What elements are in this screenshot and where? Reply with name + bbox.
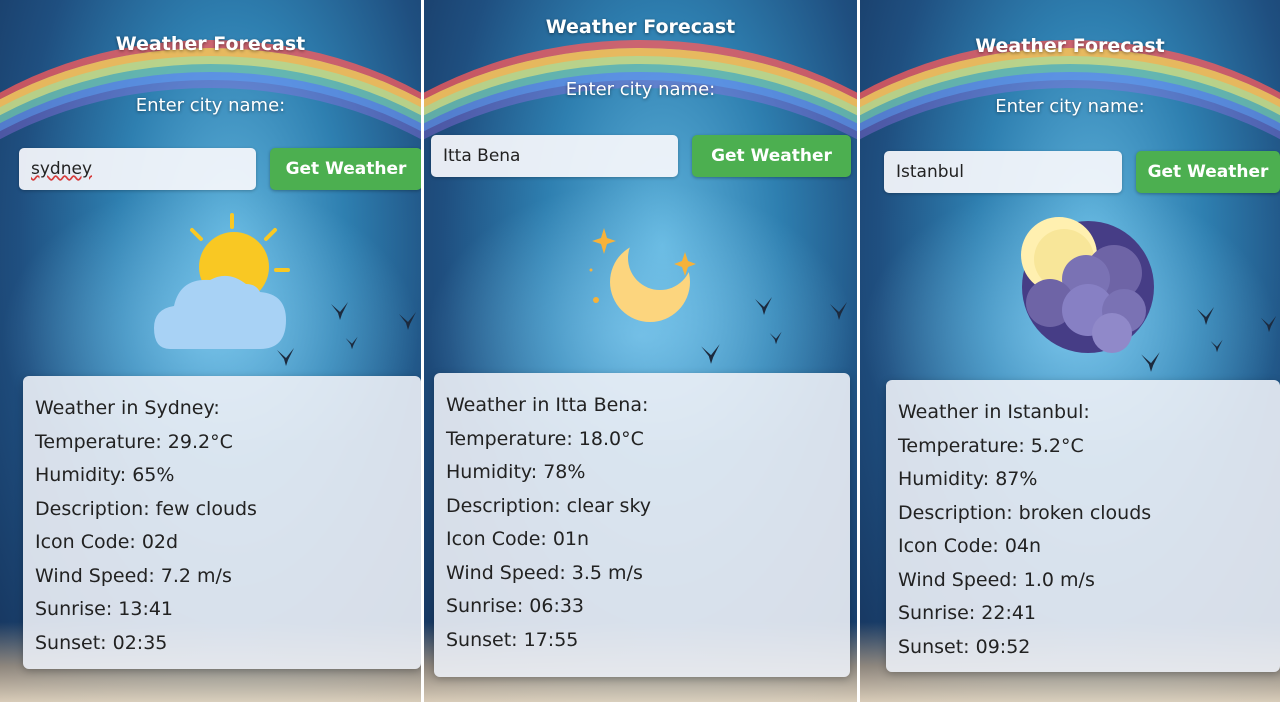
city-prompt-label: Enter city name:	[565, 79, 716, 100]
bird-icon	[331, 302, 348, 320]
result-humidity: Humidity: 65%	[35, 464, 175, 486]
page-title: Weather Forecast	[545, 16, 736, 38]
result-icon-code: Icon Code: 02d	[35, 531, 179, 553]
result-wind-speed: Wind Speed: 1.0 m/s	[898, 568, 1095, 591]
get-weather-button[interactable]: Get Weather	[692, 135, 851, 177]
weather-result-card: Weather in Itta Bena: Temperature: 18.0°…	[434, 373, 850, 677]
city-input[interactable]: Istanbul	[884, 151, 1122, 193]
crescent-moon-icon	[582, 220, 702, 330]
weather-panel-sydney: Weather Forecast Enter city name: sydney…	[0, 0, 421, 702]
page-title: Weather Forecast	[115, 33, 306, 55]
city-input-value: Istanbul	[896, 162, 965, 182]
result-icon-code: Icon Code: 04n	[898, 535, 1042, 557]
bird-icon	[1260, 315, 1277, 333]
bird-icon	[345, 336, 358, 350]
moon-behind-clouds-icon	[1016, 215, 1161, 360]
result-sunrise: Sunrise: 13:41	[35, 598, 174, 620]
city-prompt-label: Enter city name:	[135, 95, 286, 116]
bird-icon	[399, 312, 416, 330]
result-sunset: Sunset: 02:35	[35, 631, 168, 654]
bird-icon	[1210, 339, 1223, 353]
page-title: Weather Forecast	[975, 35, 1165, 57]
result-icon-code: Icon Code: 01n	[446, 528, 590, 550]
result-heading: Weather in Istanbul:	[898, 401, 1090, 423]
bird-icon	[769, 331, 782, 345]
city-input[interactable]: Itta Bena	[431, 135, 678, 177]
result-sunset: Sunset: 09:52	[898, 635, 1031, 658]
result-description: Description: few clouds	[35, 497, 257, 520]
result-temperature: Temperature: 18.0°C	[446, 427, 644, 450]
result-description: Description: broken clouds	[898, 501, 1152, 524]
result-description: Description: clear sky	[446, 494, 652, 517]
city-input[interactable]: sydney	[19, 148, 256, 190]
result-temperature: Temperature: 29.2°C	[35, 430, 233, 453]
bird-icon	[277, 348, 294, 366]
result-sunrise: Sunrise: 22:41	[898, 602, 1037, 624]
bird-icon	[755, 297, 772, 315]
result-humidity: Humidity: 87%	[898, 468, 1038, 490]
weather-panel-istanbul: Weather Forecast Enter city name: Istanb…	[860, 0, 1280, 702]
result-humidity: Humidity: 78%	[446, 461, 586, 483]
bird-icon	[1197, 307, 1214, 325]
result-heading: Weather in Itta Bena:	[446, 394, 649, 416]
city-prompt-label: Enter city name:	[995, 96, 1145, 117]
weather-result-card: Weather in Sydney: Temperature: 29.2°C H…	[23, 376, 421, 669]
result-sunrise: Sunrise: 06:33	[446, 595, 585, 617]
get-weather-button[interactable]: Get Weather	[270, 148, 421, 190]
result-wind-speed: Wind Speed: 3.5 m/s	[446, 561, 643, 584]
get-weather-button[interactable]: Get Weather	[1136, 151, 1280, 193]
weather-result-card: Weather in Istanbul: Temperature: 5.2°C …	[886, 380, 1280, 672]
city-input-value: sydney	[31, 159, 93, 179]
bird-icon	[701, 344, 720, 364]
result-temperature: Temperature: 5.2°C	[898, 434, 1084, 457]
result-heading: Weather in Sydney:	[35, 397, 220, 419]
weather-panel-itta-bena: Weather Forecast Enter city name: Itta B…	[424, 0, 857, 702]
result-sunset: Sunset: 17:55	[446, 628, 579, 651]
bird-icon	[1141, 352, 1160, 372]
sun-behind-cloud-icon	[150, 212, 295, 357]
result-wind-speed: Wind Speed: 7.2 m/s	[35, 564, 232, 587]
city-input-value: Itta Bena	[443, 146, 521, 166]
bird-icon	[830, 302, 847, 320]
